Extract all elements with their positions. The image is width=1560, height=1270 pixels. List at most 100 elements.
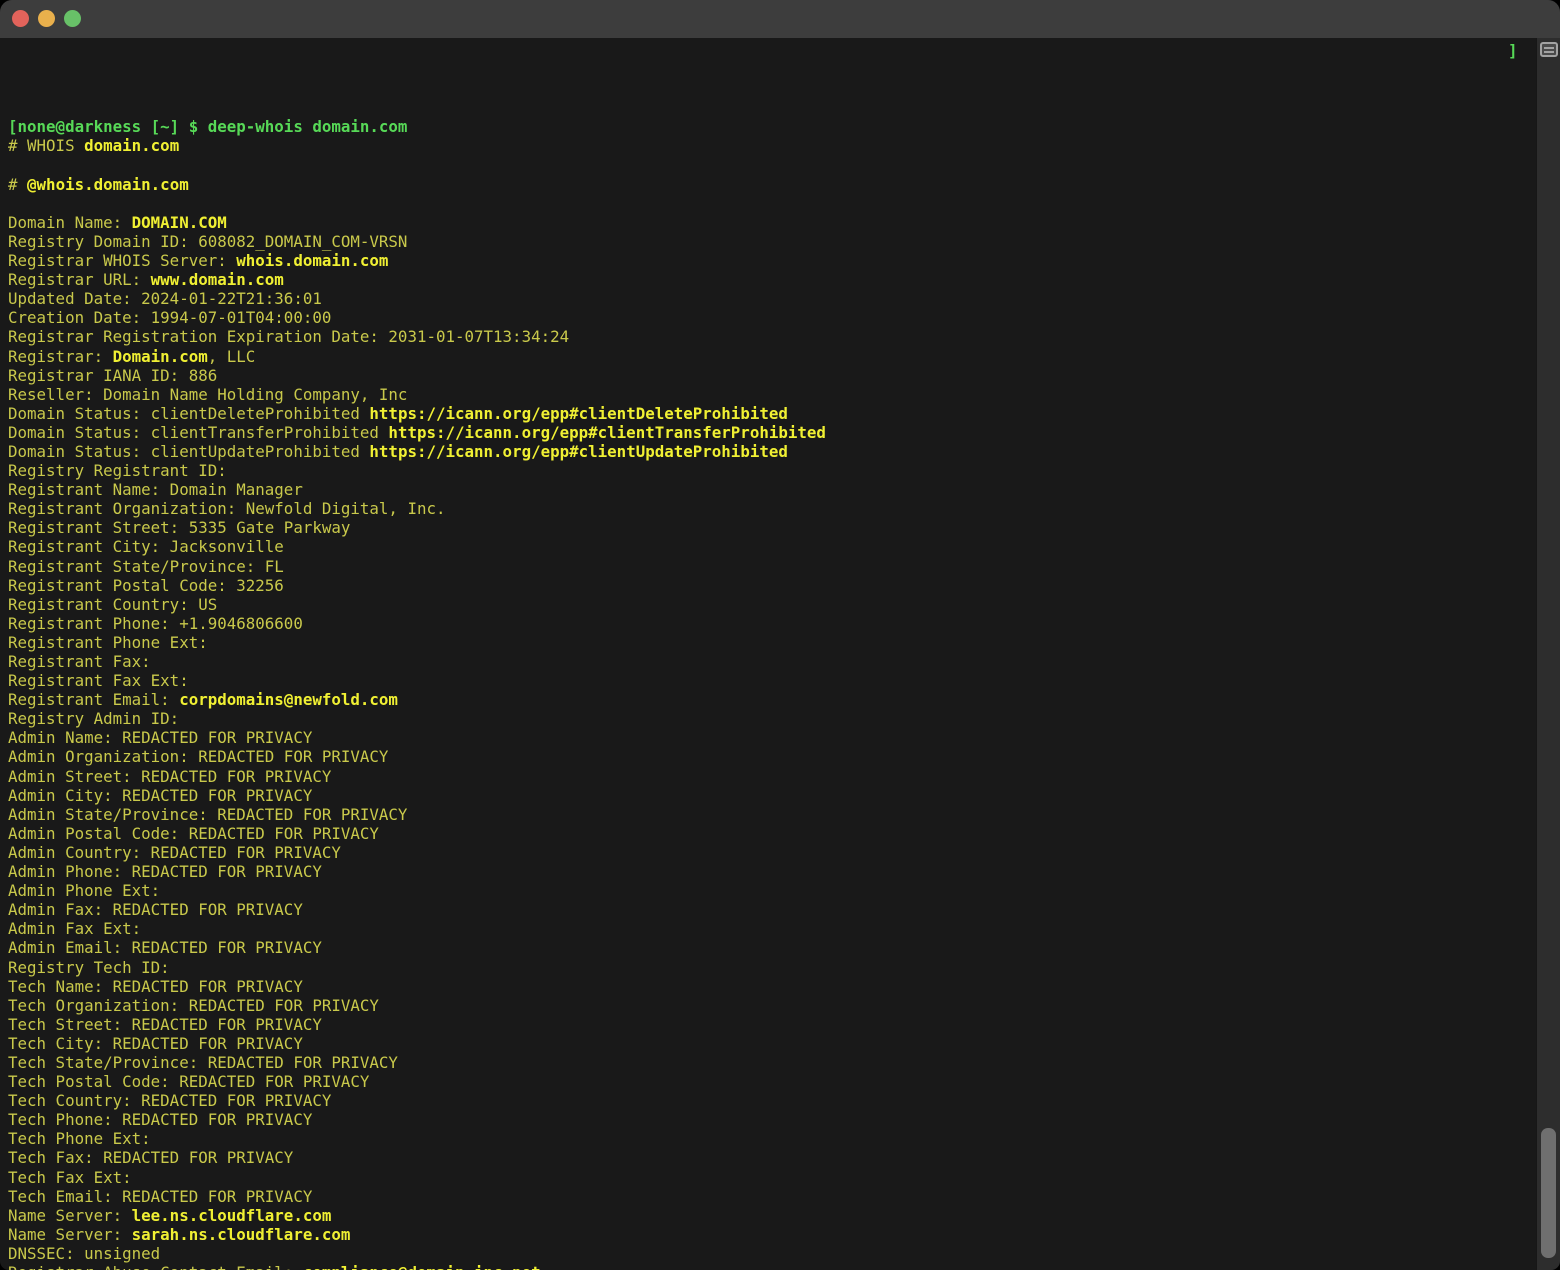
terminal-line: Registrant Fax Ext: (8, 671, 1536, 690)
link-segment[interactable]: whois.domain.com (236, 251, 388, 270)
terminal-line: Registrant Fax: (8, 652, 1536, 671)
scrollbar-marker-bar (1544, 47, 1554, 49)
text-segment: Domain Status: clientDeleteProhibited (8, 404, 369, 423)
link-segment[interactable]: Domain.com (113, 347, 208, 366)
link-segment[interactable]: https://icann.org/epp#clientDeleteProhib… (369, 404, 787, 423)
text-segment: Tech City: REDACTED FOR PRIVACY (8, 1034, 303, 1053)
terminal-line: Admin Street: REDACTED FOR PRIVACY (8, 767, 1536, 786)
text-segment: Name Server: (8, 1225, 132, 1244)
link-segment[interactable]: DOMAIN.COM (132, 213, 227, 232)
text-segment: Admin Fax Ext: (8, 919, 141, 938)
text-segment: Registrar: (8, 347, 113, 366)
text-segment: Admin City: REDACTED FOR PRIVACY (8, 786, 312, 805)
terminal-line: Registry Admin ID: (8, 709, 1536, 728)
text-segment: Admin State/Province: REDACTED FOR PRIVA… (8, 805, 407, 824)
text-segment: , LLC (208, 347, 256, 366)
text-segment: Admin Postal Code: REDACTED FOR PRIVACY (8, 824, 379, 843)
text-segment: Registrant City: Jacksonville (8, 537, 284, 556)
terminal-line: Name Server: lee.ns.cloudflare.com (8, 1206, 1536, 1225)
text-segment: Registrant Email: (8, 690, 179, 709)
terminal-line: Domain Status: clientDeleteProhibited ht… (8, 404, 1536, 423)
link-segment[interactable]: https://icann.org/epp#clientTransferProh… (388, 423, 825, 442)
link-segment[interactable]: @whois.domain.com (27, 175, 189, 194)
text-segment: Registrar WHOIS Server: (8, 251, 236, 270)
scrollbar-marker-icon[interactable] (1540, 42, 1558, 57)
text-segment: Admin Organization: REDACTED FOR PRIVACY (8, 747, 388, 766)
text-segment: Admin Street: REDACTED FOR PRIVACY (8, 767, 331, 786)
window-titlebar[interactable] (0, 0, 1560, 38)
scrollbar-marker-bar (1544, 51, 1554, 53)
terminal-line: Registrar WHOIS Server: whois.domain.com (8, 251, 1536, 270)
text-segment: Registrant State/Province: FL (8, 557, 284, 576)
prompt-right-bracket: ] (1508, 41, 1518, 60)
terminal-output[interactable]: ] [none@darkness [~] $ deep-whois domain… (0, 38, 1536, 1270)
link-segment[interactable]: lee.ns.cloudflare.com (132, 1206, 332, 1225)
text-segment: Registry Tech ID: (8, 958, 170, 977)
terminal-line: Creation Date: 1994-07-01T04:00:00 (8, 308, 1536, 327)
text-segment: Registry Admin ID: (8, 709, 179, 728)
terminal-line: Admin Name: REDACTED FOR PRIVACY (8, 728, 1536, 747)
terminal-line: # @whois.domain.com (8, 175, 1536, 194)
text-segment: Domain Status: clientTransferProhibited (8, 423, 388, 442)
terminal-line: Name Server: sarah.ns.cloudflare.com (8, 1225, 1536, 1244)
link-segment[interactable]: compliance@domain-inc.net (303, 1263, 541, 1270)
terminal-line: Registrant Organization: Newfold Digital… (8, 499, 1536, 518)
text-segment: Tech Email: REDACTED FOR PRIVACY (8, 1187, 312, 1206)
terminal-line: Registry Tech ID: (8, 958, 1536, 977)
minimize-button[interactable] (38, 10, 55, 27)
terminal-line: Tech Phone: REDACTED FOR PRIVACY (8, 1110, 1536, 1129)
text-segment: Name Server: (8, 1206, 132, 1225)
terminal-line: Registrant Postal Code: 32256 (8, 576, 1536, 595)
text-segment: Tech Organization: REDACTED FOR PRIVACY (8, 996, 379, 1015)
link-segment[interactable]: https://icann.org/epp#clientUpdateProhib… (369, 442, 787, 461)
close-button[interactable] (12, 10, 29, 27)
text-segment: Admin Fax: REDACTED FOR PRIVACY (8, 900, 303, 919)
terminal-line: Registrant Name: Domain Manager (8, 480, 1536, 499)
terminal-line: Admin Phone Ext: (8, 881, 1536, 900)
text-segment: Tech Name: REDACTED FOR PRIVACY (8, 977, 303, 996)
terminal-line: Registry Registrant ID: (8, 461, 1536, 480)
terminal-line: Admin Email: REDACTED FOR PRIVACY (8, 938, 1536, 957)
terminal-line (8, 156, 1536, 175)
window-controls (12, 10, 81, 27)
text-segment: Creation Date: 1994-07-01T04:00:00 (8, 308, 331, 327)
text-segment: # WHOIS (8, 136, 84, 155)
terminal-line: Registrant Phone Ext: (8, 633, 1536, 652)
text-segment: Reseller: Domain Name Holding Company, I… (8, 385, 407, 404)
terminal-line: Registrant Country: US (8, 595, 1536, 614)
text-segment: Updated Date: 2024-01-22T21:36:01 (8, 289, 322, 308)
terminal-line: Tech Fax Ext: (8, 1168, 1536, 1187)
link-segment[interactable]: www.domain.com (151, 270, 284, 289)
text-segment: Tech Fax Ext: (8, 1168, 132, 1187)
text-segment: Tech Postal Code: REDACTED FOR PRIVACY (8, 1072, 369, 1091)
terminal-line: Tech Street: REDACTED FOR PRIVACY (8, 1015, 1536, 1034)
terminal-line: # WHOIS domain.com (8, 136, 1536, 155)
terminal-line: Tech Phone Ext: (8, 1129, 1536, 1148)
link-segment[interactable]: corpdomains@newfold.com (179, 690, 398, 709)
scrollbar-thumb[interactable] (1541, 1128, 1556, 1258)
text-segment: Registrant Phone: +1.9046806600 (8, 614, 303, 633)
terminal-line: Domain Status: clientTransferProhibited … (8, 423, 1536, 442)
terminal-line: Tech Organization: REDACTED FOR PRIVACY (8, 996, 1536, 1015)
text-segment: Admin Phone: REDACTED FOR PRIVACY (8, 862, 322, 881)
terminal-line: Reseller: Domain Name Holding Company, I… (8, 385, 1536, 404)
terminal-line: Admin Phone: REDACTED FOR PRIVACY (8, 862, 1536, 881)
terminal-line: Registrant State/Province: FL (8, 557, 1536, 576)
terminal-line: Registrar: Domain.com, LLC (8, 347, 1536, 366)
link-segment[interactable]: sarah.ns.cloudflare.com (132, 1225, 351, 1244)
text-segment: Admin Country: REDACTED FOR PRIVACY (8, 843, 341, 862)
terminal-line: DNSSEC: unsigned (8, 1244, 1536, 1263)
text-segment: Registry Domain ID: 608082_DOMAIN_COM-VR… (8, 232, 407, 251)
terminal-line: Domain Name: DOMAIN.COM (8, 213, 1536, 232)
text-segment: Registrar Registration Expiration Date: … (8, 327, 569, 346)
scrollbar-track[interactable] (1536, 38, 1560, 1270)
terminal-line: Registry Domain ID: 608082_DOMAIN_COM-VR… (8, 232, 1536, 251)
terminal-line: Tech Postal Code: REDACTED FOR PRIVACY (8, 1072, 1536, 1091)
zoom-button[interactable] (64, 10, 81, 27)
link-segment[interactable]: domain.com (84, 136, 179, 155)
terminal-line: Registrar Registration Expiration Date: … (8, 327, 1536, 346)
terminal-line: Registrant Phone: +1.9046806600 (8, 614, 1536, 633)
terminal-line: Domain Status: clientUpdateProhibited ht… (8, 442, 1536, 461)
text-segment: Registrar Abuse Contact Email: (8, 1263, 303, 1270)
text-segment: Tech State/Province: REDACTED FOR PRIVAC… (8, 1053, 398, 1072)
